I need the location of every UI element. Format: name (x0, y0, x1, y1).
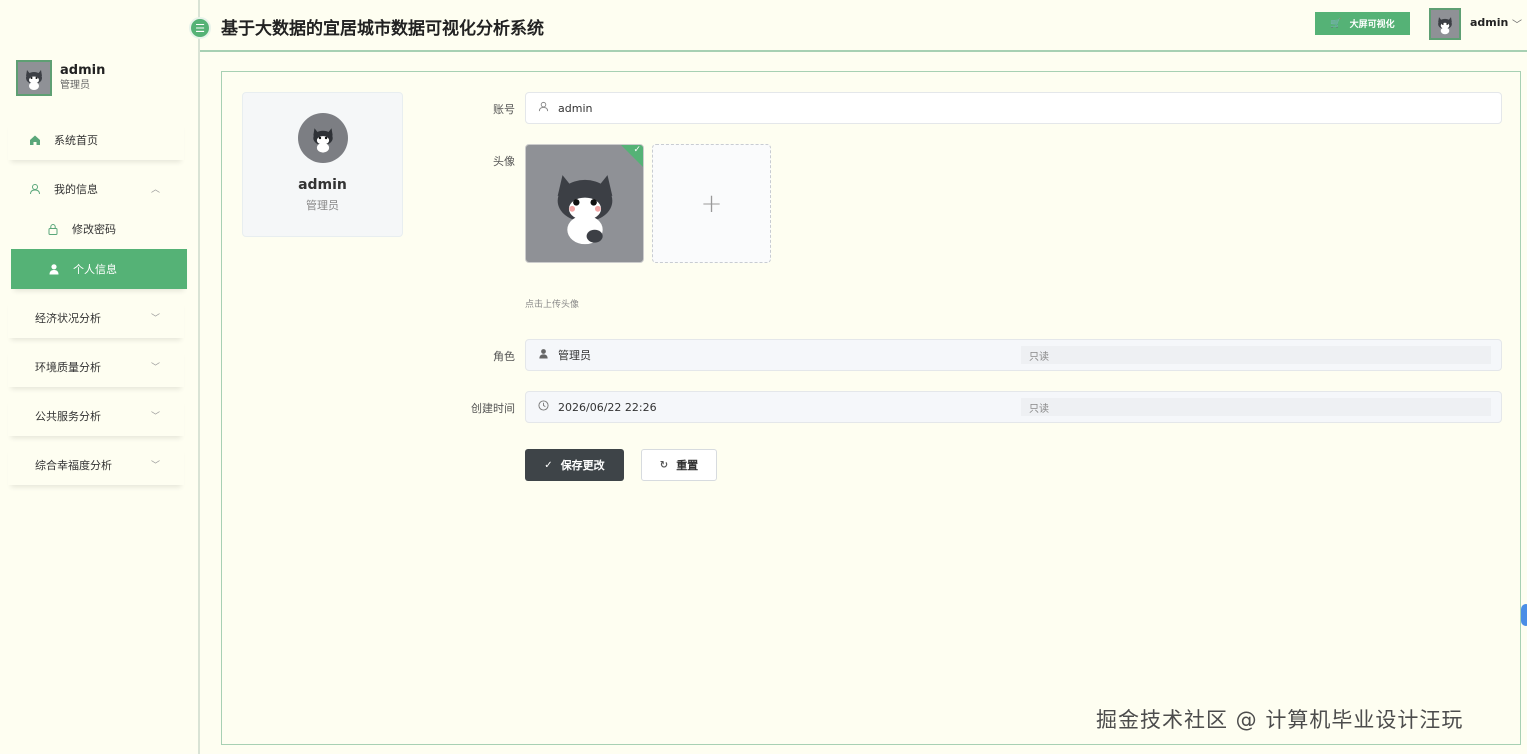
chevron-down-icon: ﹀ (150, 412, 160, 422)
role-field: 管理员 只读 (525, 339, 1502, 371)
chevron-down-icon: ﹀ (150, 314, 160, 324)
user-filled-icon (47, 262, 61, 276)
sidebar-item-label: 公共服务分析 (35, 410, 101, 423)
sidebar-toggle-button[interactable]: ☰ (189, 17, 211, 39)
avatar (297, 113, 348, 163)
sidebar-item-label: 经济状况分析 (35, 312, 101, 325)
role-label: 角色 (493, 350, 515, 363)
avatar-preview[interactable]: ✓ (525, 144, 644, 263)
header-username[interactable]: admin (1470, 16, 1508, 29)
chevron-down-icon: ﹀ (150, 461, 160, 471)
sidebar-item-public-service-analysis[interactable]: 公共服务分析 ﹀ (8, 396, 184, 436)
cat-avatar-icon (557, 174, 612, 244)
sidebar-item-label: 系统首页 (54, 134, 98, 147)
top-header: ☰ 基于大数据的宜居城市数据可视化分析系统 🛒 大屏可视化 admin ﹀ (189, 0, 1527, 52)
account-label: 账号 (493, 103, 515, 116)
bigscreen-button-label: 大屏可视化 (1349, 20, 1395, 30)
reset-button[interactable]: ↻ 重置 (641, 449, 717, 481)
sidebar-item-label: 修改密码 (72, 223, 116, 236)
user-outline-icon (28, 182, 42, 196)
avatar (16, 60, 52, 96)
sidebar-item-economy-analysis[interactable]: 经济状况分析 ﹀ (8, 298, 184, 338)
chevron-down-icon: ﹀ (150, 363, 160, 373)
user-outline-icon (536, 101, 550, 115)
readonly-tag: 只读 (1021, 346, 1491, 364)
account-field[interactable]: admin (525, 92, 1502, 124)
floating-edge-button[interactable] (1521, 604, 1527, 626)
check-icon: ✓ (544, 459, 553, 471)
sidebar-user-role: 管理员 (60, 80, 90, 91)
cat-avatar-icon (312, 128, 333, 153)
refresh-icon: ↻ (659, 459, 669, 471)
sidebar-menu: 系统首页 我的信息 ︿ 修改密码 个人信息 经济状况分析 ﹀ 环境质量分析 ﹀ … (8, 120, 187, 494)
sidebar-item-environment-analysis[interactable]: 环境质量分析 ﹀ (8, 347, 184, 387)
avatar-label: 头像 (493, 155, 515, 168)
user-filled-icon (536, 348, 550, 362)
sidebar-item-label: 综合幸福度分析 (35, 459, 112, 472)
cat-avatar-icon (26, 70, 42, 90)
created-time-field: 2026/06/22 22:26 只读 (525, 391, 1502, 423)
sidebar-item-label: 个人信息 (73, 263, 117, 276)
upload-avatar-button[interactable]: + (652, 144, 771, 263)
upload-hint: 点击上传头像 (525, 300, 580, 310)
profile-name: admin (298, 177, 347, 193)
check-icon: ✓ (633, 145, 641, 155)
cat-avatar-icon (1438, 17, 1452, 35)
created-time-value: 2026/06/22 22:26 (558, 400, 657, 414)
cart-icon: 🛒 (1330, 18, 1342, 29)
sidebar-item-change-password[interactable]: 修改密码 (8, 209, 184, 249)
sidebar-item-label: 我的信息 (54, 183, 98, 196)
sidebar-item-home[interactable]: 系统首页 (8, 120, 184, 160)
home-icon (28, 133, 42, 147)
clock-icon (536, 400, 550, 414)
readonly-tag: 只读 (1021, 398, 1491, 416)
save-button[interactable]: ✓ 保存更改 (525, 449, 624, 481)
sidebar: admin 管理员 系统首页 我的信息 ︿ 修改密码 个人信息 经济状况分析 ﹀… (0, 0, 200, 754)
sidebar-user-card: admin 管理员 (16, 60, 105, 96)
profile-card: admin 管理员 (242, 92, 403, 237)
profile-panel: admin 管理员 账号 admin 头像 ✓ + 点击上传头像 角色 管理员 … (221, 71, 1521, 745)
header-avatar[interactable] (1429, 8, 1461, 40)
profile-role: 管理员 (306, 199, 339, 212)
page-title: 基于大数据的宜居城市数据可视化分析系统 (221, 19, 544, 39)
sidebar-item-happiness-analysis[interactable]: 综合幸福度分析 ﹀ (8, 445, 184, 485)
lock-icon (46, 222, 60, 236)
reset-button-label: 重置 (676, 459, 699, 472)
sidebar-item-personal-info[interactable]: 个人信息 (11, 249, 187, 289)
bigscreen-button[interactable]: 🛒 大屏可视化 (1315, 12, 1410, 35)
chevron-up-icon: ︿ (150, 185, 160, 195)
save-button-label: 保存更改 (560, 459, 605, 472)
role-value: 管理员 (558, 349, 591, 362)
sidebar-username: admin (60, 63, 106, 78)
plus-icon: + (700, 188, 723, 219)
chevron-down-icon[interactable]: ﹀ (1512, 16, 1522, 31)
watermark: 掘金技术社区 @ 计算机毕业设计汪玩 (1096, 708, 1464, 732)
sidebar-item-label: 环境质量分析 (35, 361, 101, 374)
menu-icon: ☰ (195, 21, 205, 35)
account-value: admin (558, 101, 593, 115)
created-time-label: 创建时间 (471, 402, 515, 415)
sidebar-item-my-info[interactable]: 我的信息 ︿ (8, 169, 184, 209)
